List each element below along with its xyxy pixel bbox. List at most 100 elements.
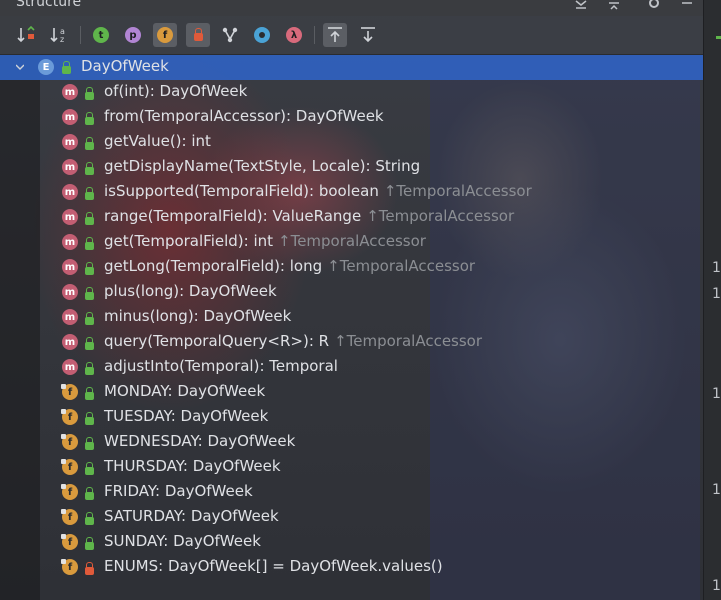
field-row[interactable]: f TUESDAY: DayOfWeek — [0, 405, 703, 430]
inherited-icon: t — [93, 27, 109, 43]
public-lock-icon — [85, 387, 94, 400]
method-icon: m — [62, 184, 78, 200]
inherited-from-label: ↑TemporalAccessor — [383, 182, 532, 200]
method-icon: m — [62, 109, 78, 125]
public-lock-icon — [85, 87, 94, 100]
member-signature: adjustInto(Temporal): Temporal — [104, 357, 338, 375]
static-marker-icon — [61, 459, 66, 464]
sort-by-visibility-button[interactable] — [14, 23, 38, 47]
method-row[interactable]: m query(TemporalQuery<R>): R ↑TemporalAcce… — [0, 330, 703, 355]
enum-icon: E — [38, 59, 54, 75]
method-row[interactable]: m get(TemporalField): int ↑TemporalAccesso… — [0, 230, 703, 255]
member-signature: TUESDAY: DayOfWeek — [104, 407, 268, 425]
member-signature: minus(long): DayOfWeek — [104, 307, 291, 325]
tree-root-row[interactable]: E DayOfWeek — [0, 55, 703, 80]
member-signature: getLong(TemporalField): long ↑TemporalAcc… — [104, 257, 475, 275]
member-signature-text: THURSDAY: DayOfWeek — [104, 457, 281, 475]
member-signature-text: getDisplayName(TextStyle, Locale): Strin… — [104, 157, 421, 175]
field-row[interactable]: f THURSDAY: DayOfWeek — [0, 455, 703, 480]
public-lock-icon — [85, 287, 94, 300]
member-signature: MONDAY: DayOfWeek — [104, 382, 265, 400]
autoscroll-to-source-button[interactable] — [323, 23, 347, 47]
method-row[interactable]: m isSupported(TemporalField): boolean ↑Tem… — [0, 180, 703, 205]
public-lock-icon — [85, 237, 94, 250]
inherited-from-label: ↑TemporalAccessor — [278, 232, 426, 250]
static-marker-icon — [61, 484, 66, 489]
public-lock-icon — [62, 61, 71, 74]
structure-tree: E DayOfWeek m of(int): DayOfWeek m from(Tem… — [0, 55, 703, 600]
show-inherited-button[interactable]: t — [89, 23, 113, 47]
member-signature-text: getLong(TemporalField): long — [104, 257, 323, 275]
field-row[interactable]: f MONDAY: DayOfWeek — [0, 380, 703, 405]
member-signature-text: isSupported(TemporalField): boolean — [104, 182, 379, 200]
line-number: 1 — [712, 260, 721, 276]
tool-window-title: Structure — [16, 0, 82, 10]
static-marker-icon — [61, 384, 66, 389]
svg-text:z: z — [60, 35, 64, 44]
fork-icon — [222, 27, 238, 43]
field-row[interactable]: f SUNDAY: DayOfWeek — [0, 530, 703, 555]
lambda-icon: λ — [286, 27, 302, 43]
method-row[interactable]: m plus(long): DayOfWeek — [0, 280, 703, 305]
show-fields-button[interactable]: f — [153, 23, 177, 47]
method-row[interactable]: m getDisplayName(TextStyle, Locale): Stri… — [0, 155, 703, 180]
group-methods-button[interactable] — [218, 23, 242, 47]
method-row[interactable]: m range(TemporalField): ValueRange ↑Tempor… — [0, 205, 703, 230]
field-row[interactable]: f SATURDAY: DayOfWeek — [0, 505, 703, 530]
show-anonymous-button[interactable] — [250, 23, 274, 47]
member-signature: ENUMS: DayOfWeek[] = DayOfWeek.values() — [104, 557, 443, 575]
member-signature: get(TemporalField): int ↑TemporalAccessor — [104, 232, 426, 250]
method-icon: m — [62, 309, 78, 325]
method-row[interactable]: m getValue(): int — [0, 130, 703, 155]
member-signature: query(TemporalQuery<R>): R ↑TemporalAcces… — [104, 332, 482, 350]
method-row[interactable]: m minus(long): DayOfWeek — [0, 305, 703, 330]
anonymous-icon — [254, 27, 270, 43]
sort-alphabetically-button[interactable]: a z — [47, 23, 71, 47]
member-signature-text: minus(long): DayOfWeek — [104, 307, 292, 325]
class-name: DayOfWeek — [81, 57, 169, 75]
method-row[interactable]: m adjustInto(Temporal): Temporal — [0, 355, 703, 380]
public-lock-icon — [85, 137, 94, 150]
member-signature: of(int): DayOfWeek — [104, 82, 247, 100]
inherited-from-label: ↑TemporalAccessor — [366, 207, 515, 225]
method-icon: m — [62, 334, 78, 350]
static-marker-icon — [61, 434, 66, 439]
public-lock-icon — [85, 162, 94, 175]
collapse-all-icon[interactable] — [606, 0, 622, 10]
method-icon: m — [62, 84, 78, 100]
field-row[interactable]: f FRIDAY: DayOfWeek — [0, 480, 703, 505]
field-row[interactable]: f ENUMS: DayOfWeek[] = DayOfWeek.values() — [0, 555, 703, 580]
static-marker-icon — [61, 409, 66, 414]
method-icon: m — [62, 159, 78, 175]
member-signature-text: adjustInto(Temporal): Temporal — [104, 357, 338, 375]
show-properties-button[interactable]: p — [121, 23, 145, 47]
field-icon: f — [157, 27, 173, 43]
field-row[interactable]: f WEDNESDAY: DayOfWeek — [0, 430, 703, 455]
sort-visibility-icon — [17, 26, 35, 43]
public-lock-icon — [85, 262, 94, 275]
autoscroll-from-source-button[interactable] — [356, 23, 380, 47]
public-lock-icon — [85, 187, 94, 200]
method-icon: m — [62, 259, 78, 275]
minimize-icon[interactable] — [679, 0, 695, 10]
public-lock-icon — [85, 412, 94, 425]
toolbar-separator — [80, 26, 81, 44]
sort-alpha-icon: a z — [50, 27, 65, 44]
gear-icon[interactable] — [646, 0, 662, 10]
expand-all-icon[interactable] — [573, 0, 589, 10]
member-signature: SATURDAY: DayOfWeek — [104, 507, 279, 525]
public-lock-icon — [85, 512, 94, 525]
member-signature-text: getValue(): int — [104, 132, 211, 150]
member-signature: WEDNESDAY: DayOfWeek — [104, 432, 295, 450]
change-marker — [716, 36, 721, 39]
method-row[interactable]: m of(int): DayOfWeek — [0, 80, 703, 105]
chevron-down-icon[interactable] — [16, 63, 24, 71]
member-signature-text: SATURDAY: DayOfWeek — [104, 507, 279, 525]
method-row[interactable]: m from(TemporalAccessor): DayOfWeek — [0, 105, 703, 130]
show-non-public-button[interactable] — [186, 23, 210, 47]
public-lock-icon — [85, 487, 94, 500]
method-row[interactable]: m getLong(TemporalField): long ↑TemporalAc… — [0, 255, 703, 280]
member-signature-text: TUESDAY: DayOfWeek — [104, 407, 269, 425]
show-lambdas-button[interactable]: λ — [282, 23, 306, 47]
method-icon: m — [62, 284, 78, 300]
